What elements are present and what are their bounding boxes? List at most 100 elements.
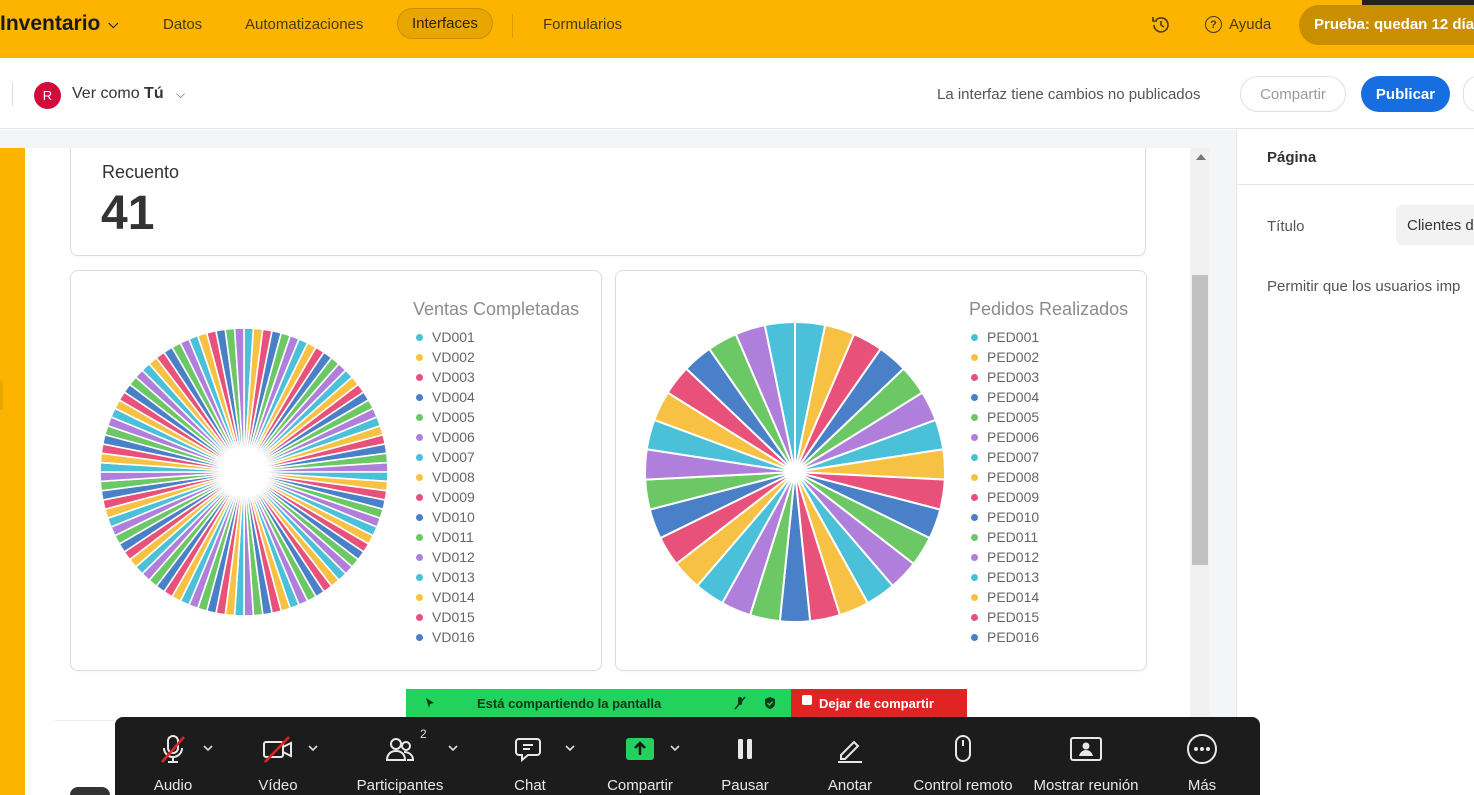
legend-item[interactable]: PED006 <box>971 427 1039 447</box>
stop-sharing-button[interactable]: Dejar de compartir <box>791 689 967 717</box>
legend-label: PED013 <box>987 569 1040 585</box>
legend-label: VD002 <box>432 349 475 365</box>
legend-swatch <box>971 433 978 441</box>
legend-swatch <box>971 513 978 521</box>
legend-item[interactable]: PED016 <box>971 627 1039 647</box>
audio-options-chevron-icon[interactable] <box>203 743 213 753</box>
legend-item[interactable]: PED007 <box>971 447 1039 467</box>
legend-label: PED004 <box>987 389 1040 405</box>
nav-formularios[interactable]: Formularios <box>543 16 622 33</box>
legend-item[interactable]: VD016 <box>416 627 475 647</box>
base-title-menu[interactable]: Inventario ⌵ <box>0 12 118 36</box>
legend-item[interactable]: VD006 <box>416 427 475 447</box>
scrollbar-thumb[interactable] <box>1192 275 1208 565</box>
nav-automatizaciones[interactable]: Automatizaciones <box>245 16 363 33</box>
video-options-chevron-icon[interactable] <box>308 743 318 753</box>
legend-item[interactable]: VD013 <box>416 567 475 587</box>
legend-item[interactable]: VD008 <box>416 467 475 487</box>
audio-button[interactable]: Audio <box>145 717 201 795</box>
publish-button[interactable]: Publicar <box>1361 76 1450 112</box>
legend-item[interactable]: VD011 <box>416 527 475 547</box>
remote-control-button[interactable]: Control remoto <box>913 717 1013 795</box>
legend-label: PED007 <box>987 449 1040 465</box>
legend-item[interactable]: VD014 <box>416 587 475 607</box>
nav-divider <box>512 14 513 38</box>
pause-label: Pausar <box>721 777 769 794</box>
legend-swatch <box>416 573 423 581</box>
chevron-down-icon: ⌵ <box>176 87 186 101</box>
legend-swatch <box>416 493 423 501</box>
help-button[interactable]: ? Ayuda <box>1205 16 1271 33</box>
share-screen-button[interactable]: Compartir <box>605 717 675 795</box>
history-icon[interactable] <box>1150 14 1172 36</box>
legend-item[interactable]: PED014 <box>971 587 1039 607</box>
shield-check-icon <box>765 697 775 709</box>
avatar[interactable]: R <box>34 82 61 109</box>
legend-label: PED011 <box>987 529 1039 545</box>
chart-legend: VD001 VD002 VD003 VD004 VD005 VD006 VD007 VD008… <box>416 327 475 647</box>
show-meeting-button[interactable]: Mostrar reunión <box>1033 717 1139 795</box>
video-label: Vídeo <box>258 777 298 794</box>
legend-item[interactable]: PED004 <box>971 387 1039 407</box>
legend-item[interactable]: PED002 <box>971 347 1039 367</box>
legend-item[interactable]: VD004 <box>416 387 475 407</box>
share-options-chevron-icon[interactable] <box>670 743 680 753</box>
legend-item[interactable]: VD003 <box>416 367 475 387</box>
more-options-button[interactable] <box>1463 76 1474 112</box>
title-field-input[interactable]: Clientes d <box>1396 205 1474 245</box>
legend-swatch <box>416 553 423 561</box>
legend-item[interactable]: PED013 <box>971 567 1039 587</box>
view-as-selector[interactable]: Ver como Tú ⌵ <box>72 85 185 103</box>
legend-item[interactable]: PED009 <box>971 487 1039 507</box>
scroll-up-arrow-icon[interactable] <box>1196 154 1206 160</box>
allow-users-setting[interactable]: Permitir que los usuarios imp <box>1267 278 1460 295</box>
chart-card-ventas[interactable]: Ventas Completadas VD001 VD002 VD003 VD004 V… <box>70 270 602 671</box>
legend-label: VD010 <box>432 509 475 525</box>
legend-item[interactable]: VD005 <box>416 407 475 427</box>
legend-item[interactable]: VD001 <box>416 327 475 347</box>
legend-label: PED005 <box>987 409 1040 425</box>
legend-swatch <box>416 533 423 541</box>
pie-chart-ventas <box>99 327 389 617</box>
chat-label: Chat <box>514 777 546 794</box>
legend-item[interactable]: VD007 <box>416 447 475 467</box>
meeting-window-icon <box>1070 737 1102 761</box>
legend-item[interactable]: PED001 <box>971 327 1039 347</box>
pause-share-button[interactable]: Pausar <box>720 717 770 795</box>
legend-item[interactable]: VD012 <box>416 547 475 567</box>
nav-interfaces[interactable]: Interfaces <box>397 8 493 39</box>
legend-item[interactable]: PED003 <box>971 367 1039 387</box>
legend-item[interactable]: PED010 <box>971 507 1039 527</box>
chart-card-pedidos[interactable]: Pedidos Realizados PED001 PED002 PED003 PED… <box>615 270 1147 671</box>
legend-item[interactable]: VD002 <box>416 347 475 367</box>
mic-muted-icon <box>734 696 746 710</box>
legend-item[interactable]: PED008 <box>971 467 1039 487</box>
chat-options-chevron-icon[interactable] <box>565 743 575 753</box>
legend-item[interactable]: PED011 <box>971 527 1039 547</box>
participants-button[interactable]: Participantes <box>355 717 445 795</box>
chat-button[interactable]: Chat <box>510 717 550 795</box>
pin-icon[interactable] <box>423 696 437 710</box>
legend-label: VD005 <box>432 409 475 425</box>
legend-item[interactable]: PED012 <box>971 547 1039 567</box>
participants-options-chevron-icon[interactable] <box>448 743 458 753</box>
legend-item[interactable]: VD009 <box>416 487 475 507</box>
annotate-button[interactable]: Anotar <box>825 717 875 795</box>
legend-item[interactable]: VD015 <box>416 607 475 627</box>
legend-item[interactable]: VD010 <box>416 507 475 527</box>
legend-label: VD016 <box>432 629 475 645</box>
count-summary-card[interactable]: Recuento 41 <box>70 148 1146 256</box>
resize-handle[interactable] <box>0 380 3 410</box>
legend-item[interactable]: PED015 <box>971 607 1039 627</box>
trial-badge[interactable]: Prueba: quedan 12 días <box>1299 5 1474 45</box>
share-button[interactable]: Compartir <box>1240 76 1346 112</box>
video-button[interactable]: Vídeo <box>253 717 303 795</box>
more-button[interactable]: Más <box>1180 717 1224 795</box>
legend-item[interactable]: PED005 <box>971 407 1039 427</box>
legend-label: PED014 <box>987 589 1040 605</box>
nav-datos[interactable]: Datos <box>163 16 202 33</box>
count-label: Recuento <box>102 162 180 182</box>
legend-label: VD008 <box>432 469 475 485</box>
legend-label: PED016 <box>987 629 1040 645</box>
legend-swatch <box>416 453 423 461</box>
